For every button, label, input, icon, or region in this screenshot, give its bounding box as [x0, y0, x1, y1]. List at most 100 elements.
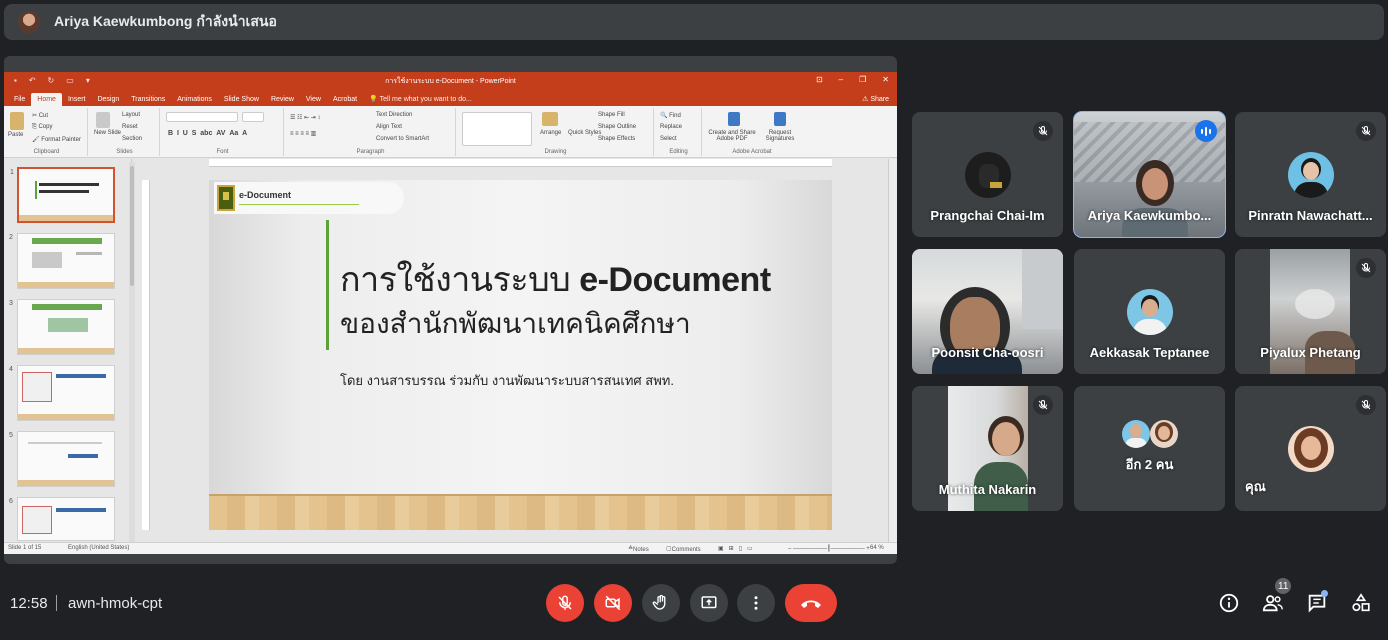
- redo-icon[interactable]: ↻: [48, 76, 55, 85]
- slide-thumbnail-3[interactable]: 3: [9, 299, 115, 355]
- activities-button[interactable]: [1348, 590, 1374, 616]
- more-options-button[interactable]: [737, 584, 775, 622]
- undo-icon[interactable]: ↶: [29, 76, 36, 85]
- meeting-code: awn-hmok-cpt: [68, 595, 163, 612]
- present-icon: [701, 596, 717, 609]
- font-name-field[interactable]: [166, 112, 238, 122]
- participant-tile-active-speaker[interactable]: Ariya Kaewkumbo...: [1073, 111, 1226, 238]
- new-slide-icon[interactable]: [96, 112, 110, 128]
- copy-button[interactable]: ⎘ Copy: [32, 124, 52, 131]
- participant-tile-overflow[interactable]: อีก 2 คน: [1074, 386, 1225, 511]
- convert-smartart-button[interactable]: Convert to SmartArt: [376, 136, 429, 142]
- tell-me-search[interactable]: 💡 Tell me what you want to do...: [363, 92, 478, 106]
- view-buttons[interactable]: ▣ ⊞ ▯ ▭: [718, 545, 753, 552]
- avatar: [1126, 289, 1173, 335]
- participant-tile[interactable]: Muthita Nakarin: [912, 386, 1063, 511]
- shape-outline-button[interactable]: Shape Outline: [598, 124, 636, 130]
- comments-button[interactable]: ▢ Comments: [666, 545, 701, 553]
- language-status[interactable]: English (United States): [68, 545, 129, 551]
- arrange-button[interactable]: Arrange: [540, 130, 561, 136]
- raise-hand-icon: [652, 594, 666, 610]
- mic-off-icon: [1033, 395, 1053, 415]
- leave-call-button[interactable]: [785, 584, 837, 622]
- participant-tile[interactable]: Pinratn Nawachatt...: [1235, 112, 1386, 237]
- tab-transitions[interactable]: Transitions: [125, 93, 171, 106]
- font-size-field[interactable]: [242, 112, 264, 122]
- raise-hand-button[interactable]: [642, 584, 680, 622]
- align-text-button[interactable]: Align Text: [376, 124, 402, 130]
- slide-scrollbar[interactable]: [888, 159, 897, 542]
- request-signatures-button[interactable]: Request Signatures: [762, 130, 798, 142]
- section-button[interactable]: Section: [122, 136, 142, 142]
- restore-icon[interactable]: ❐: [859, 75, 866, 84]
- participant-tile-self[interactable]: คุณ: [1235, 386, 1386, 511]
- minimize-icon[interactable]: –: [839, 75, 843, 84]
- participant-tile[interactable]: Prangchai Chai-Im: [912, 112, 1063, 237]
- arrange-icon[interactable]: [542, 112, 558, 126]
- tell-me-text: Tell me what you want to do...: [379, 96, 472, 103]
- speaking-indicator-icon: [1195, 120, 1217, 142]
- tab-animations[interactable]: Animations: [171, 93, 218, 106]
- tab-slide-show[interactable]: Slide Show: [218, 93, 265, 106]
- create-pdf-icon[interactable]: [728, 112, 740, 126]
- cut-button[interactable]: ✂ Cut: [32, 112, 48, 119]
- present-screen-button[interactable]: [690, 584, 728, 622]
- avatar: [1287, 426, 1334, 472]
- zoom-level[interactable]: 64 %: [870, 545, 884, 551]
- participant-tile[interactable]: Piyalux Phetang: [1235, 249, 1386, 374]
- slide-thumbnail-4[interactable]: 4: [9, 365, 115, 421]
- reset-button[interactable]: Reset: [122, 124, 138, 130]
- thumbnails-scrollbar[interactable]: [129, 162, 135, 542]
- find-button[interactable]: 🔍 Find: [660, 112, 681, 119]
- text-direction-button[interactable]: Text Direction: [376, 112, 412, 118]
- save-icon[interactable]: ▪: [14, 76, 17, 85]
- format-painter-button[interactable]: 🖌 Format Painter: [32, 136, 81, 143]
- request-signatures-icon[interactable]: [774, 112, 786, 126]
- tab-insert[interactable]: Insert: [62, 93, 92, 106]
- slide-thumbnail-5[interactable]: 5: [9, 431, 115, 487]
- replace-button[interactable]: Replace: [660, 124, 682, 130]
- participant-name: Prangchai Chai-Im: [930, 208, 1045, 223]
- avatar: [1150, 420, 1178, 448]
- shape-fill-button[interactable]: Shape Fill: [598, 112, 625, 118]
- align-buttons[interactable]: ≡ ≡ ≡ ≡ ▥: [290, 130, 316, 137]
- mic-toggle-button[interactable]: [546, 584, 584, 622]
- quick-access-toolbar: ▪ ↶ ↻ ▭ ▾: [14, 76, 90, 85]
- paste-button[interactable]: Paste: [8, 132, 23, 138]
- slide-thumbnail-1[interactable]: 1: [10, 167, 115, 223]
- create-share-pdf-button[interactable]: Create and Share Adobe PDF: [706, 130, 758, 142]
- participant-tile[interactable]: Aekkasak Teptanee: [1074, 249, 1225, 374]
- comments-label: Comments: [671, 547, 701, 553]
- shape-effects-button[interactable]: Shape Effects: [598, 136, 635, 142]
- tab-design[interactable]: Design: [91, 93, 125, 106]
- zoom-slider[interactable]: – ────────┃──────── +: [788, 545, 870, 552]
- close-icon[interactable]: ✕: [882, 75, 889, 84]
- new-slide-button[interactable]: New Slide: [94, 130, 121, 136]
- current-slide[interactable]: e-Document การใช้งานระบบ e-Document ของส…: [209, 180, 832, 530]
- paste-icon[interactable]: [10, 112, 24, 130]
- participant-name: Aekkasak Teptanee: [1089, 345, 1210, 360]
- tab-review[interactable]: Review: [265, 93, 300, 106]
- start-slideshow-icon[interactable]: ▭: [66, 76, 74, 85]
- tab-home[interactable]: Home: [31, 93, 62, 106]
- tab-file[interactable]: File: [8, 93, 31, 106]
- layout-button[interactable]: Layout: [122, 112, 140, 118]
- slide-thumbnail-6[interactable]: 6: [9, 497, 115, 541]
- customize-icon[interactable]: ▾: [86, 76, 90, 85]
- participant-tile[interactable]: Poonsit Cha-oosri: [912, 249, 1063, 374]
- quick-styles-button[interactable]: Quick Styles: [568, 130, 601, 136]
- bold-button[interactable]: B I U S abc AV Aa A: [168, 130, 247, 137]
- select-button[interactable]: Select: [660, 136, 677, 142]
- notes-button[interactable]: ≙ Notes: [628, 545, 649, 553]
- mic-off-icon: [558, 595, 572, 610]
- tab-acrobat[interactable]: Acrobat: [327, 93, 363, 106]
- slide-thumbnail-2[interactable]: 2: [9, 233, 115, 289]
- ribbon-display-icon[interactable]: ⊡: [816, 75, 823, 84]
- meeting-info-button[interactable]: [1216, 590, 1242, 616]
- shapes-gallery[interactable]: [462, 112, 532, 146]
- share-button[interactable]: ⚠ Share: [854, 92, 897, 106]
- bullets-button[interactable]: ☰ ☷ ⇤ ⇥ ↕: [290, 114, 320, 121]
- meeting-clock: 12:58: [10, 595, 48, 612]
- tab-view[interactable]: View: [300, 93, 327, 106]
- camera-toggle-button[interactable]: [594, 584, 632, 622]
